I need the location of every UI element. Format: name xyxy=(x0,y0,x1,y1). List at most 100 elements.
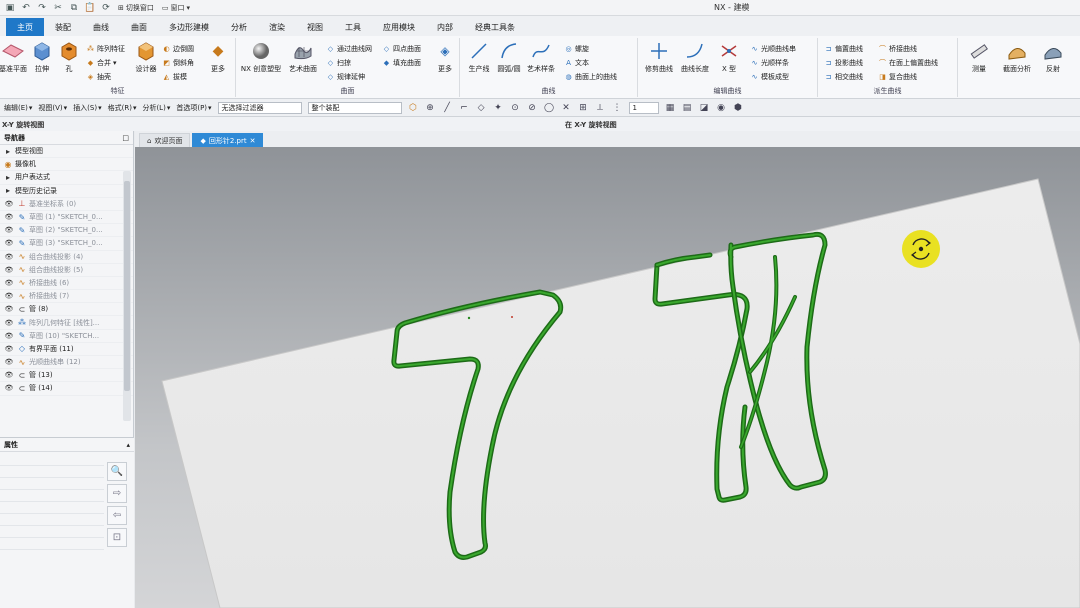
bounded-plane[interactable] xyxy=(161,178,1080,608)
orient-icon[interactable]: ⬢ xyxy=(733,102,744,113)
tree-row[interactable]: 👁 ∿ 光顺曲线串 (12) xyxy=(0,356,133,370)
nx-realize-shape-button[interactable]: NX 创意塑型 xyxy=(240,40,282,74)
tangent-snap-icon[interactable]: ⟂ xyxy=(595,102,606,113)
face-snap-icon[interactable]: ◇ xyxy=(476,102,487,113)
tree-row[interactable]: 👁 ✎ 草图 (3) "SKETCH_0... xyxy=(0,237,133,251)
close-icon[interactable]: ✕ xyxy=(250,137,256,145)
undo-icon[interactable]: ↶ xyxy=(20,2,32,14)
visibility-eye-icon[interactable]: 👁 xyxy=(3,200,15,208)
tab-home[interactable]: 主页 xyxy=(6,18,44,36)
tree-row[interactable]: 👁 ✎ 草图 (10) "SKETCH... xyxy=(0,330,133,343)
graphics-viewport[interactable] xyxy=(135,147,1080,608)
tab-assembly[interactable]: 装配 xyxy=(44,18,82,36)
surface-more-button[interactable]: ◈ 更多 xyxy=(432,40,458,74)
visibility-eye-icon[interactable]: 👁 xyxy=(3,226,15,234)
four-point-surface-button[interactable]: ◇ 四点曲面 xyxy=(382,42,421,55)
select-icon[interactable]: ⬡ xyxy=(408,102,419,113)
template-shaping-button[interactable]: ∿ 模板成型 xyxy=(750,70,789,83)
copy-icon[interactable]: ⧉ xyxy=(68,2,80,14)
layer-field[interactable]: 1 xyxy=(628,101,659,114)
menu-insert[interactable]: 插入(S) ▾ xyxy=(73,103,101,113)
menu-analysis[interactable]: 分析(L) ▾ xyxy=(142,103,170,113)
tree-row[interactable]: 👁 ◇ 有界平面 (11) xyxy=(0,343,133,356)
grid-snap-icon[interactable]: ⋮ xyxy=(612,102,623,113)
tree-row[interactable]: 👁 ∿ 桥接曲线 (6) xyxy=(0,277,133,291)
arc-circle-button[interactable]: 圆弧/圆 xyxy=(494,40,524,74)
composite-curve-button[interactable]: ◨ 复合曲线 xyxy=(878,70,917,83)
cut-icon[interactable]: ✂ xyxy=(52,2,64,14)
forward-button[interactable]: ⇨ xyxy=(107,484,127,503)
reflection-button[interactable]: 反射 xyxy=(1038,40,1068,74)
offset-curve-button[interactable]: ⊐ 偏置曲线 xyxy=(824,42,863,55)
through-curve-mesh-button[interactable]: ◇ 通过曲线网 xyxy=(326,42,372,55)
tab-view[interactable]: 视图 xyxy=(296,18,334,36)
line-snap-icon[interactable]: ╱ xyxy=(442,102,453,113)
visibility-eye-icon[interactable]: 👁 xyxy=(3,213,15,221)
visibility-eye-icon[interactable]: 👁 xyxy=(3,253,15,261)
tree-row[interactable]: ▸ 模型视图 xyxy=(0,145,133,159)
visibility-eye-icon[interactable]: 👁 xyxy=(3,305,15,313)
smooth-spline-button[interactable]: ∿ 光顺样条 xyxy=(750,56,789,69)
menu-format[interactable]: 格式(R) ▾ xyxy=(108,103,137,113)
save-icon[interactable]: ▣ xyxy=(4,2,16,14)
tab-applications[interactable]: 应用模块 xyxy=(372,18,426,36)
section-analysis-button[interactable]: 截面分析 xyxy=(998,40,1036,74)
measure-button[interactable]: 测量 xyxy=(964,40,994,74)
tree-row[interactable]: 👁 ✎ 草图 (1) "SKETCH_0... xyxy=(0,211,133,225)
quadrant-snap-icon[interactable]: ⊞ xyxy=(578,102,589,113)
intersection-curve-button[interactable]: ⊐ 相交曲线 xyxy=(824,70,863,83)
unite-button[interactable]: ◆ 合并 ▾ xyxy=(86,56,117,69)
visibility-eye-icon[interactable]: 👁 xyxy=(3,371,15,379)
redo-icon[interactable]: ↷ xyxy=(36,2,48,14)
x-form-button[interactable]: X 型 xyxy=(714,40,744,74)
tree-row[interactable]: ▸ 模型历史记录 xyxy=(0,185,133,198)
visibility-eye-icon[interactable]: 👁 xyxy=(3,384,15,392)
visibility-eye-icon[interactable]: 👁 xyxy=(3,266,15,274)
menu-view[interactable]: 视图(V) ▾ xyxy=(38,103,67,113)
shell-button[interactable]: ◈ 抽壳 xyxy=(86,70,111,83)
visibility-eye-icon[interactable]: 👁 xyxy=(3,358,15,366)
fill-surface-button[interactable]: ◆ 填充曲面 xyxy=(382,56,421,69)
extrude-button[interactable]: 拉伸 xyxy=(27,40,57,74)
model-canvas[interactable] xyxy=(135,147,1080,608)
maximize-icon[interactable]: □ xyxy=(122,134,129,142)
smooth-curve-string-button[interactable]: ∿ 光顺曲线串 xyxy=(750,42,796,55)
curve-length-button[interactable]: 曲线长度 xyxy=(680,40,710,74)
tab-analysis[interactable]: 分析 xyxy=(220,18,258,36)
collapse-icon[interactable]: ▴ xyxy=(126,441,130,449)
line-button[interactable]: 生产线 xyxy=(464,40,494,74)
visibility-eye-icon[interactable]: 👁 xyxy=(3,332,15,340)
studio-surface-button[interactable]: 艺术曲面 xyxy=(286,40,320,74)
midpoint-snap-icon[interactable]: ⊘ xyxy=(527,102,538,113)
tree-row[interactable]: 👁 ⊥ 基准坐标系 (0) xyxy=(0,198,133,211)
draft-button[interactable]: ◭ 拔模 xyxy=(162,70,187,83)
visibility-eye-icon[interactable]: 👁 xyxy=(3,279,15,287)
window-switch-button[interactable]: ⊞ 切换窗口 xyxy=(116,3,156,13)
snap-icon[interactable]: ⊕ xyxy=(425,102,436,113)
tab-welcome[interactable]: ⌂ 欢迎页面 xyxy=(139,133,191,147)
intersection-snap-icon[interactable]: ✕ xyxy=(561,102,572,113)
tab-surface[interactable]: 曲面 xyxy=(120,18,158,36)
point-snap-icon[interactable]: ✦ xyxy=(493,102,504,113)
tab-internal[interactable]: 内部 xyxy=(426,18,464,36)
search-button[interactable]: 🔍 xyxy=(107,462,127,481)
tree-row[interactable]: 👁 ⊂ 管 (14) xyxy=(0,382,133,396)
helix-button[interactable]: ◎ 螺旋 xyxy=(564,42,589,55)
tree-scrollbar[interactable] xyxy=(123,171,131,421)
camera-icon[interactable]: ◉ xyxy=(716,102,727,113)
selection-filter-dropdown[interactable]: 无选择过滤器 xyxy=(217,101,302,114)
chamfer-button[interactable]: ◩ 倒斜角 xyxy=(162,56,194,69)
scrollbar-thumb[interactable] xyxy=(124,181,130,391)
tree-row[interactable]: 👁 ∿ 组合曲线投影 (5) xyxy=(0,264,133,277)
visibility-eye-icon[interactable]: 👁 xyxy=(3,239,15,247)
layer-icon[interactable]: ▦ xyxy=(665,102,676,113)
swept-button[interactable]: ◇ 扫掠 xyxy=(326,56,351,69)
feature-more-button[interactable]: ◆ 更多 xyxy=(203,40,233,74)
hole-button[interactable]: 孔 xyxy=(54,40,84,74)
tab-paperclip-part[interactable]: ◆ 回形针2.prt ✕ xyxy=(192,133,264,147)
text-button[interactable]: A 文本 xyxy=(564,56,589,69)
tree-row[interactable]: ▸ 用户表达式 xyxy=(0,171,133,185)
display-icon[interactable]: ▤ xyxy=(682,102,693,113)
visibility-eye-icon[interactable]: 👁 xyxy=(3,319,15,327)
paste-icon[interactable]: 📋 xyxy=(84,2,96,14)
